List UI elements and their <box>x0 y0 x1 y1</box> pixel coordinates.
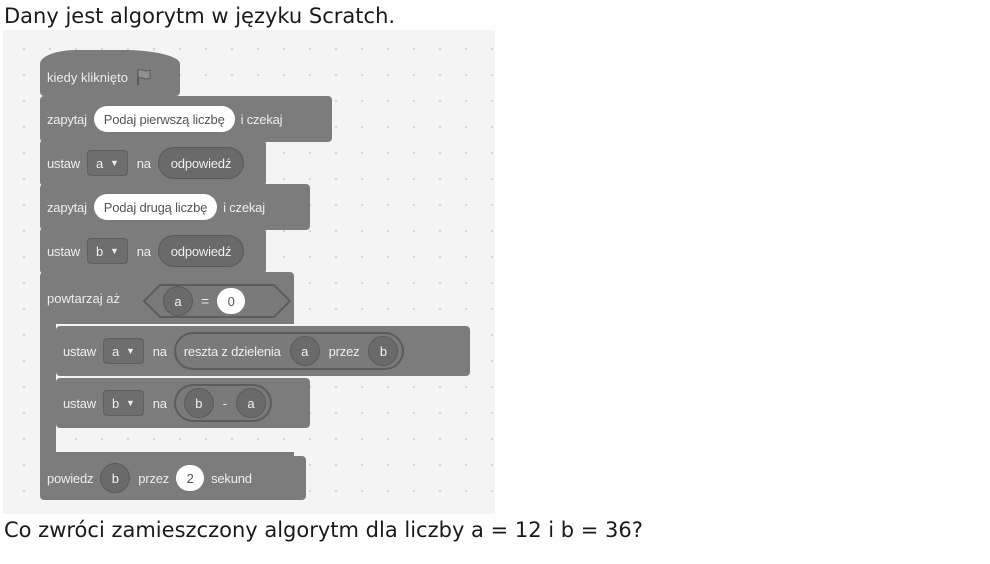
for-word: przez <box>138 470 170 486</box>
variable-reporter-b[interactable]: b <box>368 336 399 366</box>
set-word: ustaw <box>63 395 96 411</box>
variable-reporter-a[interactable]: a <box>289 336 320 366</box>
set-word: ustaw <box>47 243 80 259</box>
minus-sign: - <box>222 395 227 411</box>
set-variable-block-a-mod[interactable]: ustaw a ▼ na reszta z dzielenia a przez b <box>56 326 470 376</box>
question-text: Co zwróci zamieszczony algorytm dla licz… <box>4 518 643 542</box>
variable-dropdown[interactable]: a ▼ <box>102 338 144 364</box>
repeat-until-label: powtarzaj aż <box>47 290 120 306</box>
zero-input[interactable]: 0 <box>217 288 246 314</box>
ask-suffix: i czekaj <box>223 199 265 215</box>
ask-word: zapytaj <box>47 111 87 127</box>
say-for-seconds-block[interactable]: powiedz b przez 2 sekund <box>40 456 306 500</box>
ask-suffix: i czekaj <box>240 111 283 127</box>
ask-word: zapytaj <box>47 199 87 215</box>
to-word: na <box>136 243 151 259</box>
set-word: ustaw <box>47 155 80 171</box>
ask-block-2[interactable]: zapytaj Podaj drugą liczbę i czekaj <box>40 184 310 230</box>
to-word: na <box>152 395 167 411</box>
intro-text: Dany jest algorytm w języku Scratch. <box>4 4 396 28</box>
answer-reporter[interactable]: odpowiedź <box>157 147 245 179</box>
when-flag-clicked-block[interactable]: kiedy kliknięto <box>40 50 180 96</box>
variable-dropdown[interactable]: b ▼ <box>86 238 128 264</box>
by-word: przez <box>328 343 360 359</box>
dropdown-caret-icon: ▼ <box>126 398 135 408</box>
variable-dropdown[interactable]: b ▼ <box>102 390 144 416</box>
equals-condition-content: a = 0 <box>163 284 246 318</box>
dropdown-caret-icon: ▼ <box>110 158 119 168</box>
say-word: powiedz <box>47 470 94 486</box>
variable-reporter-a[interactable]: a <box>163 286 193 316</box>
scratch-canvas: kiedy kliknięto zapytaj Podaj pierwszą l… <box>3 30 495 514</box>
hat-label: kiedy kliknięto <box>47 69 128 85</box>
mod-label: reszta z dzielenia <box>183 343 281 359</box>
set-variable-block-b-sub[interactable]: ustaw b ▼ na b - a <box>56 378 310 428</box>
answer-reporter[interactable]: odpowiedź <box>157 235 245 267</box>
seconds-word: sekund <box>211 470 252 486</box>
variable-reporter-b[interactable]: b <box>100 463 131 493</box>
green-flag-icon <box>136 69 151 85</box>
seconds-input[interactable]: 2 <box>176 465 205 491</box>
equals-sign: = <box>201 293 210 309</box>
to-word: na <box>152 343 167 359</box>
set-word: ustaw <box>63 343 96 359</box>
set-variable-block-b[interactable]: ustaw b ▼ na odpowiedź <box>40 228 266 274</box>
ask-question-input[interactable]: Podaj pierwszą liczbę <box>93 106 235 132</box>
repeat-until-arm <box>40 322 56 452</box>
variable-dropdown[interactable]: a ▼ <box>86 150 128 176</box>
ask-block-1[interactable]: zapytaj Podaj pierwszą liczbę i czekaj <box>40 96 332 142</box>
mod-operator[interactable]: reszta z dzielenia a przez b <box>173 332 405 370</box>
dropdown-caret-icon: ▼ <box>110 246 119 256</box>
set-variable-block-a[interactable]: ustaw a ▼ na odpowiedź <box>40 140 266 186</box>
subtract-operator[interactable]: b - a <box>173 384 272 422</box>
variable-reporter-a[interactable]: a <box>235 388 266 418</box>
dropdown-caret-icon: ▼ <box>126 346 135 356</box>
variable-reporter-b[interactable]: b <box>183 388 214 418</box>
to-word: na <box>136 155 151 171</box>
ask-question-input[interactable]: Podaj drugą liczbę <box>93 194 218 220</box>
